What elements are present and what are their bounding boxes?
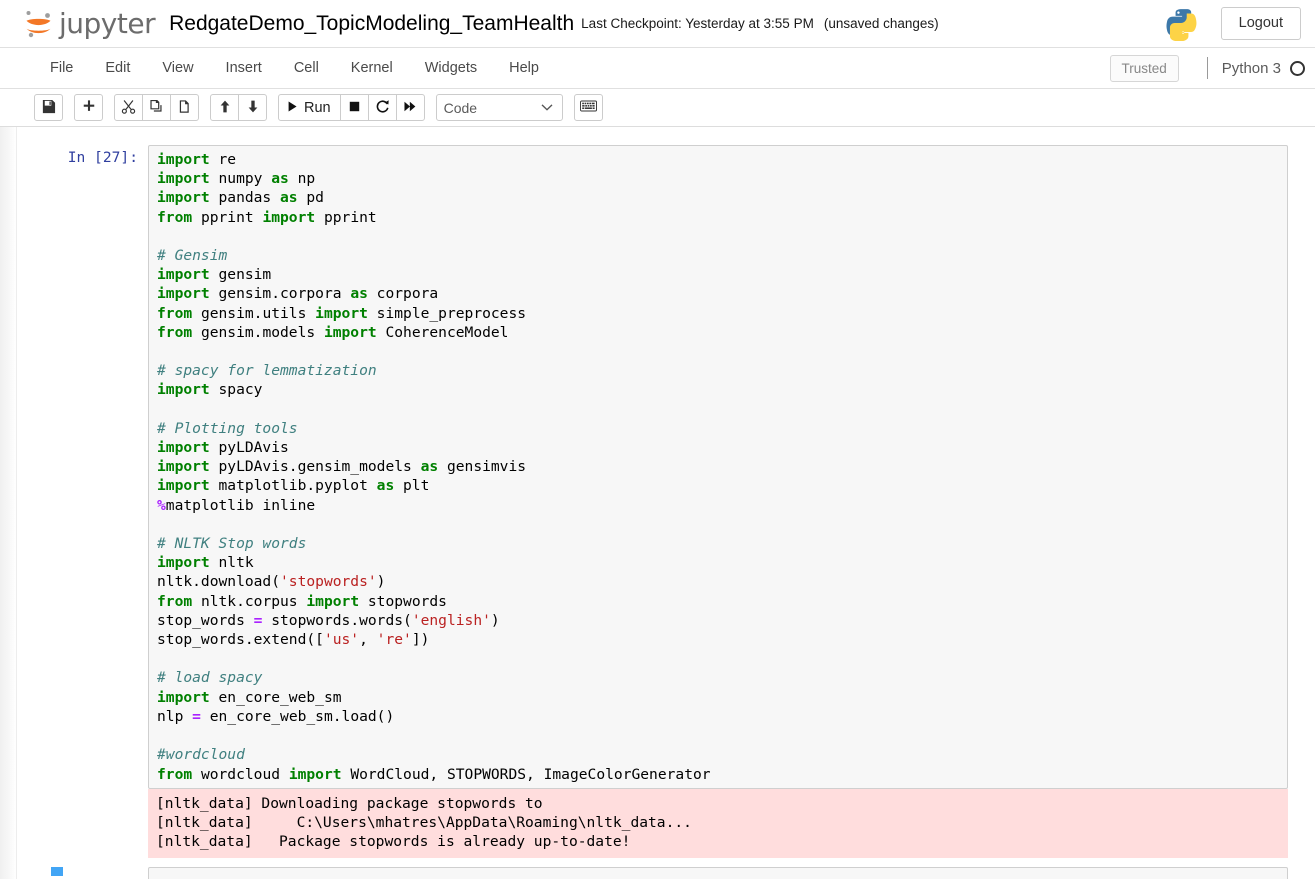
move-cell-up-button[interactable]: [210, 94, 239, 121]
toolbar-group-insert: [74, 94, 103, 121]
menu-item-view[interactable]: View: [146, 52, 209, 85]
cell-type-select[interactable]: Code: [435, 94, 563, 121]
jupyter-wordmark: jupyter: [59, 6, 156, 40]
paste-button[interactable]: [170, 94, 199, 121]
selected-cell-marker: [51, 866, 63, 876]
kernel-name-label: Python 3: [1221, 59, 1281, 77]
keyboard-icon: [579, 100, 597, 115]
paste-icon: [177, 99, 192, 117]
command-palette-button[interactable]: [573, 94, 603, 121]
python-logo-icon: [1165, 7, 1199, 41]
menubar-right-group: Trusted Python 3: [1109, 54, 1315, 82]
fast-forward-icon: [403, 100, 417, 116]
cell-list: In [27]: import re import numpy as np im…: [0, 127, 1315, 879]
menu-item-insert[interactable]: Insert: [210, 52, 278, 85]
restart-and-run-all-button[interactable]: [395, 94, 425, 121]
menu-item-file[interactable]: File: [34, 52, 89, 85]
stderr-text: [nltk_data] Downloading package stopword…: [156, 794, 692, 851]
unsaved-changes-label: (unsaved changes): [823, 16, 939, 31]
run-cell-button[interactable]: Run: [278, 94, 341, 121]
arrow-up-icon: [218, 99, 232, 117]
move-cell-down-button[interactable]: [238, 94, 267, 121]
jupyter-logo-icon: [22, 6, 56, 42]
menu-bar: File Edit View Insert Cell Kernel Widget…: [0, 48, 1315, 89]
code-source[interactable]: import re import numpy as np import pand…: [157, 150, 1283, 784]
notebook-header: jupyter RedgateDemo_TopicModeling_TeamHe…: [0, 0, 1315, 48]
notebook-scroll-area[interactable]: In [27]: import re import numpy as np im…: [0, 127, 1315, 879]
toolbar-group-palette: [573, 94, 603, 121]
stderr-output: [nltk_data] Downloading package stopword…: [148, 788, 1288, 858]
toolbar-group-run: Run: [278, 94, 425, 121]
play-triangle-icon: [286, 100, 299, 116]
restart-kernel-button[interactable]: [367, 94, 397, 121]
cut-button[interactable]: [114, 94, 143, 121]
restart-circular-arrow-icon: [375, 99, 390, 117]
code-editor[interactable]: import re import numpy as np import pand…: [148, 145, 1288, 789]
plus-icon: [82, 99, 96, 116]
cell-type-value: Code: [443, 99, 478, 116]
arrow-down-icon: [246, 99, 260, 117]
interrupt-kernel-button[interactable]: [339, 94, 369, 121]
copy-icon: [149, 99, 164, 117]
trusted-badge[interactable]: Trusted: [1109, 54, 1179, 82]
cell-output: [nltk_data] Downloading package stopword…: [0, 788, 1315, 858]
jupyter-logo-link[interactable]: jupyter: [22, 6, 156, 42]
menu-item-cell[interactable]: Cell: [278, 52, 335, 85]
scissors-icon: [121, 99, 136, 117]
notebook-title[interactable]: RedgateDemo_TopicModeling_TeamHealth: [169, 12, 574, 36]
copy-button[interactable]: [142, 94, 171, 121]
toolbar-group-move: [210, 94, 267, 121]
save-button[interactable]: [34, 94, 63, 121]
next-code-editor[interactable]: [148, 866, 1288, 879]
toolbar-group-save: [34, 94, 63, 121]
menubar-divider: [1206, 57, 1208, 79]
toolbar-group-clipboard: [114, 94, 199, 121]
menu-item-kernel[interactable]: Kernel: [335, 52, 409, 85]
input-prompt: In [27]:: [67, 149, 138, 166]
last-checkpoint-label: Last Checkpoint: Yesterday at 3:55 PM: [581, 16, 814, 31]
logout-button[interactable]: Logout: [1220, 6, 1301, 41]
next-input-prompt: [63, 867, 148, 870]
menu-item-widgets[interactable]: Widgets: [409, 52, 493, 85]
next-code-cell[interactable]: [0, 866, 1315, 879]
chevron-down-icon: [541, 100, 553, 114]
code-cell[interactable]: In [27]: import re import numpy as np im…: [0, 145, 1315, 789]
kernel-idle-circle-icon[interactable]: [1290, 60, 1305, 76]
run-label: Run: [304, 99, 331, 116]
header-right-group: Logout: [1165, 6, 1301, 41]
save-floppy-icon: [41, 99, 56, 117]
insert-cell-below-button[interactable]: [74, 94, 103, 121]
notebook-toolbar: Run Code: [0, 89, 1315, 127]
menu-item-edit[interactable]: Edit: [89, 52, 146, 85]
menu-item-help[interactable]: Help: [493, 52, 555, 85]
stop-square-icon: [348, 100, 361, 116]
